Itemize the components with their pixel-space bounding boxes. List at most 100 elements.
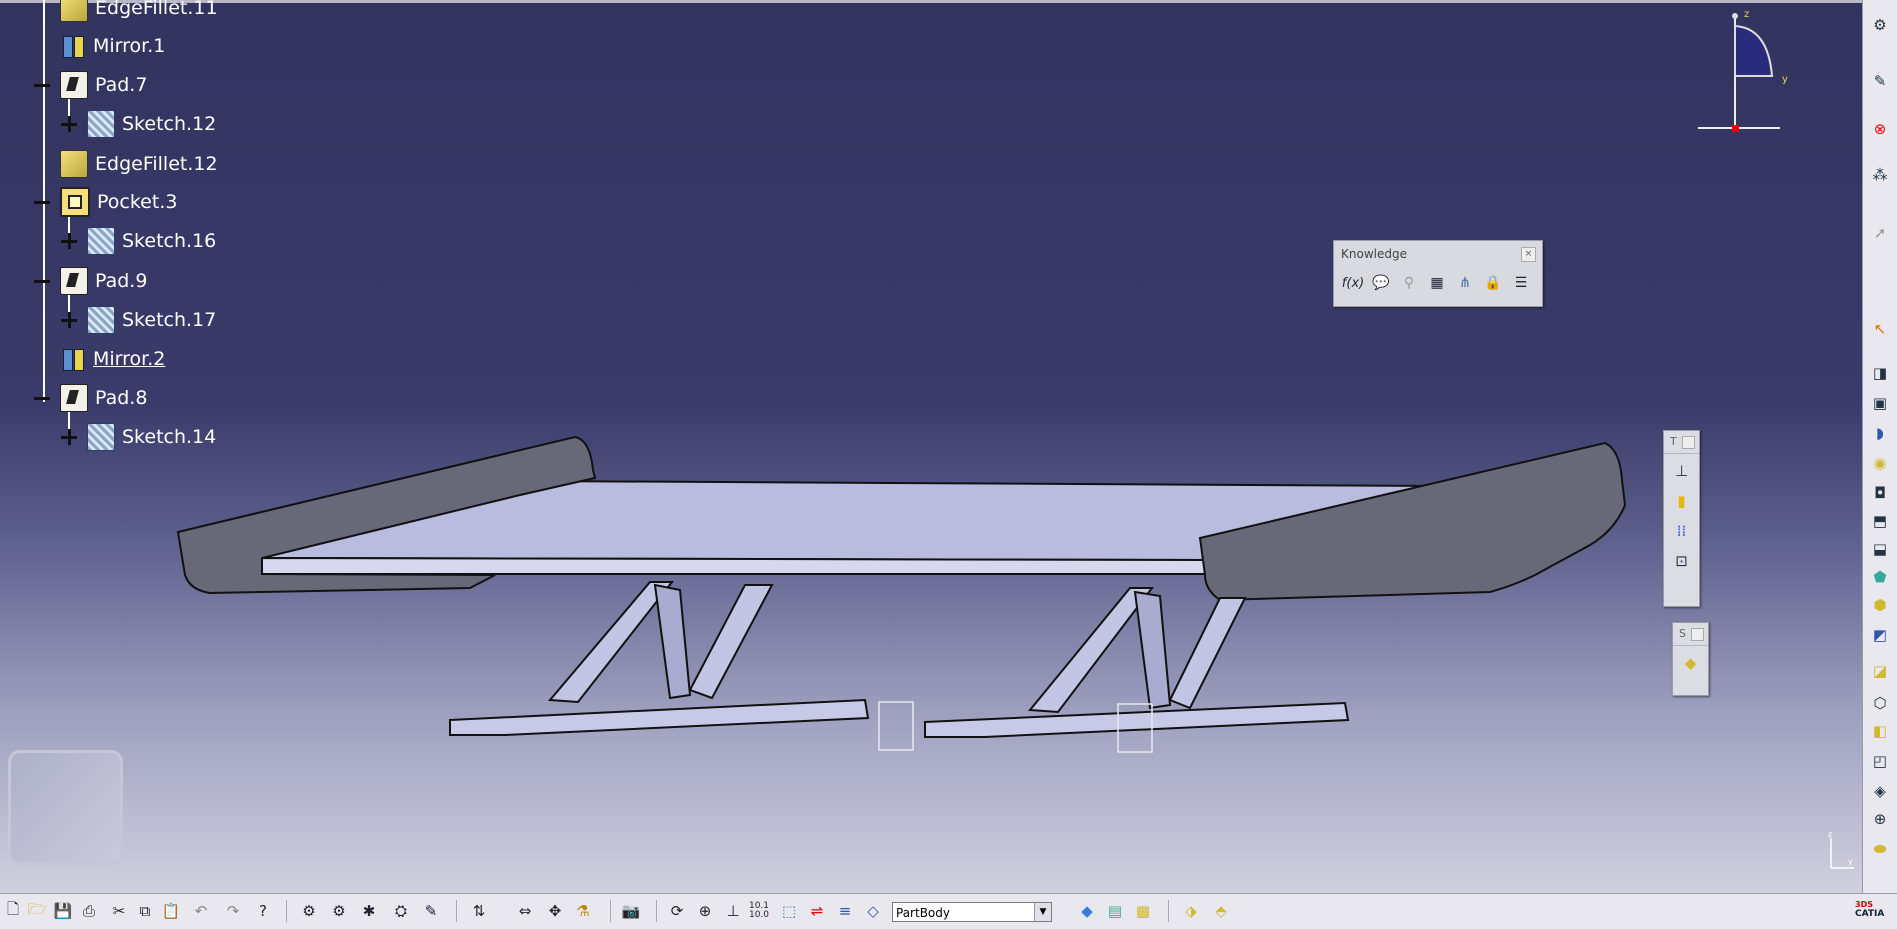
- update-icon[interactable]: ⚙: [298, 900, 320, 922]
- bottom-toolbar: 🗋 🗁 💾 ⎙ ✂ ⧉ 📋 ↶ ↷ ? ⚙ ⚙ ✱ ⛭ ✎ ⇅ ⇔ ✥ ⚗ 📷 …: [0, 893, 1897, 929]
- pattern-icon[interactable]: ⁞⁞: [1668, 518, 1696, 544]
- layers-icon[interactable]: ≡: [834, 900, 856, 922]
- left-foot: [449, 698, 870, 736]
- undo-icon[interactable]: ↶: [190, 900, 212, 922]
- texture-icon[interactable]: ▩: [1132, 900, 1154, 922]
- replace-face-icon[interactable]: ⬬: [1869, 838, 1891, 860]
- select-arrow-icon[interactable]: ↖: [1869, 318, 1891, 340]
- shaft-icon[interactable]: ◗: [1869, 422, 1891, 444]
- left-strut-mid: [653, 583, 692, 700]
- loft-icon[interactable]: ⬢: [1869, 594, 1891, 616]
- constraint-icon[interactable]: ✱: [358, 900, 380, 922]
- cut-icon[interactable]: ✂: [108, 900, 130, 922]
- print-icon[interactable]: ⎙: [78, 900, 100, 922]
- fillet-icon[interactable]: ◩: [1869, 624, 1891, 646]
- stiffener-icon[interactable]: ⬟: [1869, 566, 1891, 588]
- fit-all-icon[interactable]: ⇔: [514, 900, 536, 922]
- render-icon[interactable]: ◆: [1076, 900, 1098, 922]
- chamfer-icon[interactable]: ◪: [1869, 660, 1891, 682]
- toolbar-separator: [610, 900, 611, 922]
- hole-icon[interactable]: ◘: [1869, 482, 1891, 504]
- gear-icon[interactable]: ⚙: [1869, 14, 1891, 36]
- surface-icon[interactable]: ◆: [1677, 650, 1705, 676]
- close-icon[interactable]: [1682, 436, 1695, 449]
- pencil-icon[interactable]: ✎: [420, 900, 442, 922]
- material-icon[interactable]: ◇: [862, 900, 884, 922]
- paste-icon[interactable]: 📋: [160, 900, 182, 922]
- views-icon[interactable]: ⬚: [778, 900, 800, 922]
- lock-icon[interactable]: 🔒: [1482, 271, 1504, 295]
- mirror-icon[interactable]: ▮: [1668, 488, 1696, 514]
- thickness-icon[interactable]: ◰: [1869, 750, 1891, 772]
- fly-mode-icon[interactable]: ⇅: [468, 900, 490, 922]
- redo-icon[interactable]: ↷: [222, 900, 244, 922]
- overview-thumbnail[interactable]: [8, 750, 123, 865]
- right-foot: [924, 701, 1350, 738]
- list-icon[interactable]: ☰: [1510, 271, 1532, 295]
- zoom-icon[interactable]: ⊕: [694, 900, 716, 922]
- body-select[interactable]: PartBody ▼: [892, 902, 1052, 922]
- knowledge-toolbar[interactable]: Knowledge × f(x) 💬 ⚲ ▦ ⋔ 🔒 ☰: [1333, 240, 1543, 307]
- arrow-icon[interactable]: ➚: [1869, 222, 1891, 244]
- table-icon[interactable]: ▦: [1426, 271, 1448, 295]
- open-folder-icon[interactable]: 🗁: [26, 900, 48, 922]
- boolean-icon[interactable]: ⬘: [1210, 900, 1232, 922]
- compass-z-label: z: [1744, 9, 1749, 20]
- floating-toolbar-t[interactable]: T ⊥ ▮ ⁞⁞ ⊡: [1663, 430, 1700, 607]
- bottle-icon[interactable]: ⚗: [572, 900, 594, 922]
- groove-icon[interactable]: ◉: [1869, 452, 1891, 474]
- 3d-viewport[interactable]: EdgeFillet.11 Mirror.1 Pad.7 Sketch.12 E…: [0, 0, 1862, 893]
- toolbar-separator: [456, 900, 457, 922]
- new-file-icon[interactable]: 🗋: [2, 900, 24, 922]
- save-icon[interactable]: 💾: [52, 900, 74, 922]
- copy-icon[interactable]: ⧉: [134, 900, 156, 922]
- thread-icon[interactable]: ◈: [1869, 780, 1891, 802]
- pad-icon[interactable]: ◨: [1869, 362, 1891, 384]
- draft-icon[interactable]: ⬡: [1869, 692, 1891, 714]
- toolbar-separator: [286, 900, 287, 922]
- normal-view-icon[interactable]: ⊥: [722, 900, 744, 922]
- close-icon[interactable]: [1691, 628, 1704, 641]
- scale-label-bottom: 10.0: [748, 910, 770, 920]
- chevron-down-icon[interactable]: ▼: [1034, 903, 1051, 921]
- error-icon[interactable]: ⊗: [1869, 118, 1891, 140]
- ds-logo-text: 3DS: [1855, 900, 1873, 909]
- knowledge-toolbar-title: Knowledge: [1341, 247, 1407, 261]
- rotate-icon[interactable]: ⟳: [666, 900, 688, 922]
- rib-icon[interactable]: ⬒: [1869, 510, 1891, 532]
- wing-edge: [261, 556, 1211, 575]
- map-icon[interactable]: ▤: [1104, 900, 1126, 922]
- hide-show-icon[interactable]: ⇌: [806, 900, 828, 922]
- lightbulb-icon[interactable]: ⚲: [1398, 271, 1420, 295]
- update-all-icon[interactable]: ⚙: [328, 900, 350, 922]
- remove-face-icon[interactable]: ⊕: [1869, 808, 1891, 830]
- insert-body-icon[interactable]: ⬗: [1180, 900, 1202, 922]
- floating-toolbar-s[interactable]: S ◆: [1672, 622, 1709, 696]
- analysis-icon[interactable]: ⛭: [390, 900, 412, 922]
- measure-icon[interactable]: ⊥: [1668, 458, 1696, 484]
- close-icon[interactable]: ×: [1521, 247, 1536, 262]
- sketch-tool-icon[interactable]: ✎: [1869, 70, 1891, 92]
- shell-icon[interactable]: ◧: [1869, 720, 1891, 742]
- compass-widget[interactable]: z y: [1690, 6, 1790, 136]
- tree-icon[interactable]: ⋔: [1454, 271, 1476, 295]
- pocket-icon[interactable]: ▣: [1869, 392, 1891, 414]
- triad-y-label: y: [1848, 857, 1853, 866]
- toolbar-separator: [1168, 900, 1169, 922]
- formula-icon[interactable]: f(x): [1342, 271, 1364, 295]
- left-strut-rear: [688, 584, 774, 700]
- points-icon[interactable]: ⁂: [1869, 164, 1891, 186]
- help-icon[interactable]: ?: [252, 900, 274, 922]
- spoiler-model[interactable]: [0, 0, 1862, 893]
- left-strut-front: [547, 581, 675, 704]
- comment-icon[interactable]: 💬: [1370, 271, 1392, 295]
- selection-box: [878, 701, 914, 751]
- compass-y-label: y: [1782, 74, 1788, 85]
- catia-logo-text: CATIA: [1855, 909, 1885, 919]
- right-strut-rear: [1168, 597, 1247, 710]
- scale-icon[interactable]: ⊡: [1668, 548, 1696, 574]
- pan-icon[interactable]: ✥: [544, 900, 566, 922]
- scale-icon[interactable]: 10.1 10.0: [748, 900, 770, 922]
- slot-icon[interactable]: ⬓: [1869, 538, 1891, 560]
- camera-icon[interactable]: 📷: [620, 900, 642, 922]
